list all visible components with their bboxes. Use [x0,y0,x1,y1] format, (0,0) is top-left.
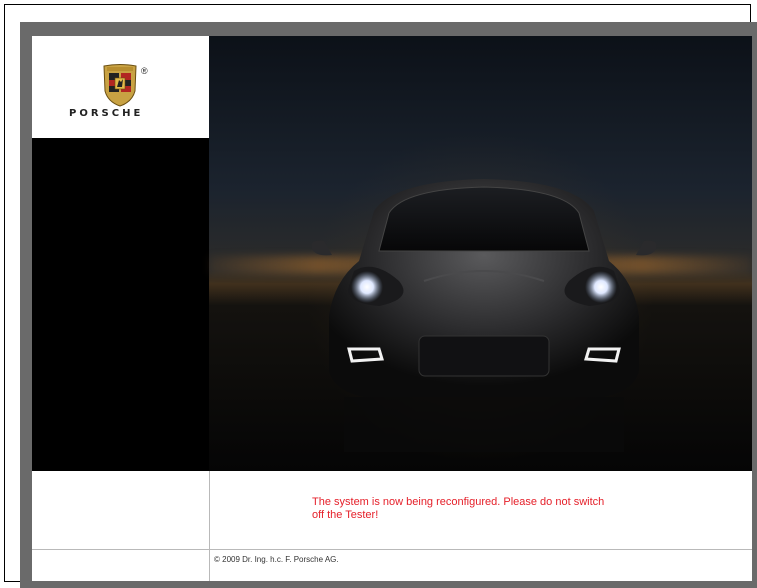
porsche-wordmark: PORSCHE [69,108,144,119]
message-panel: The system is now being reconfigured. Pl… [32,471,752,581]
logo-panel: ® PORSCHE [32,36,209,138]
porsche-crest-icon [103,64,137,107]
tester-screen: ® PORSCHE The system is now being reconf… [32,36,752,581]
footer-divider [32,549,752,550]
car-image [311,179,657,452]
registered-mark: ® [141,66,148,76]
reconfiguration-warning: The system is now being reconfigured. Pl… [312,496,605,521]
hero-image [209,36,752,471]
copyright-text: © 2009 Dr. Ing. h.c. F. Porsche AG. [214,555,339,564]
message-panel-left [32,471,210,581]
